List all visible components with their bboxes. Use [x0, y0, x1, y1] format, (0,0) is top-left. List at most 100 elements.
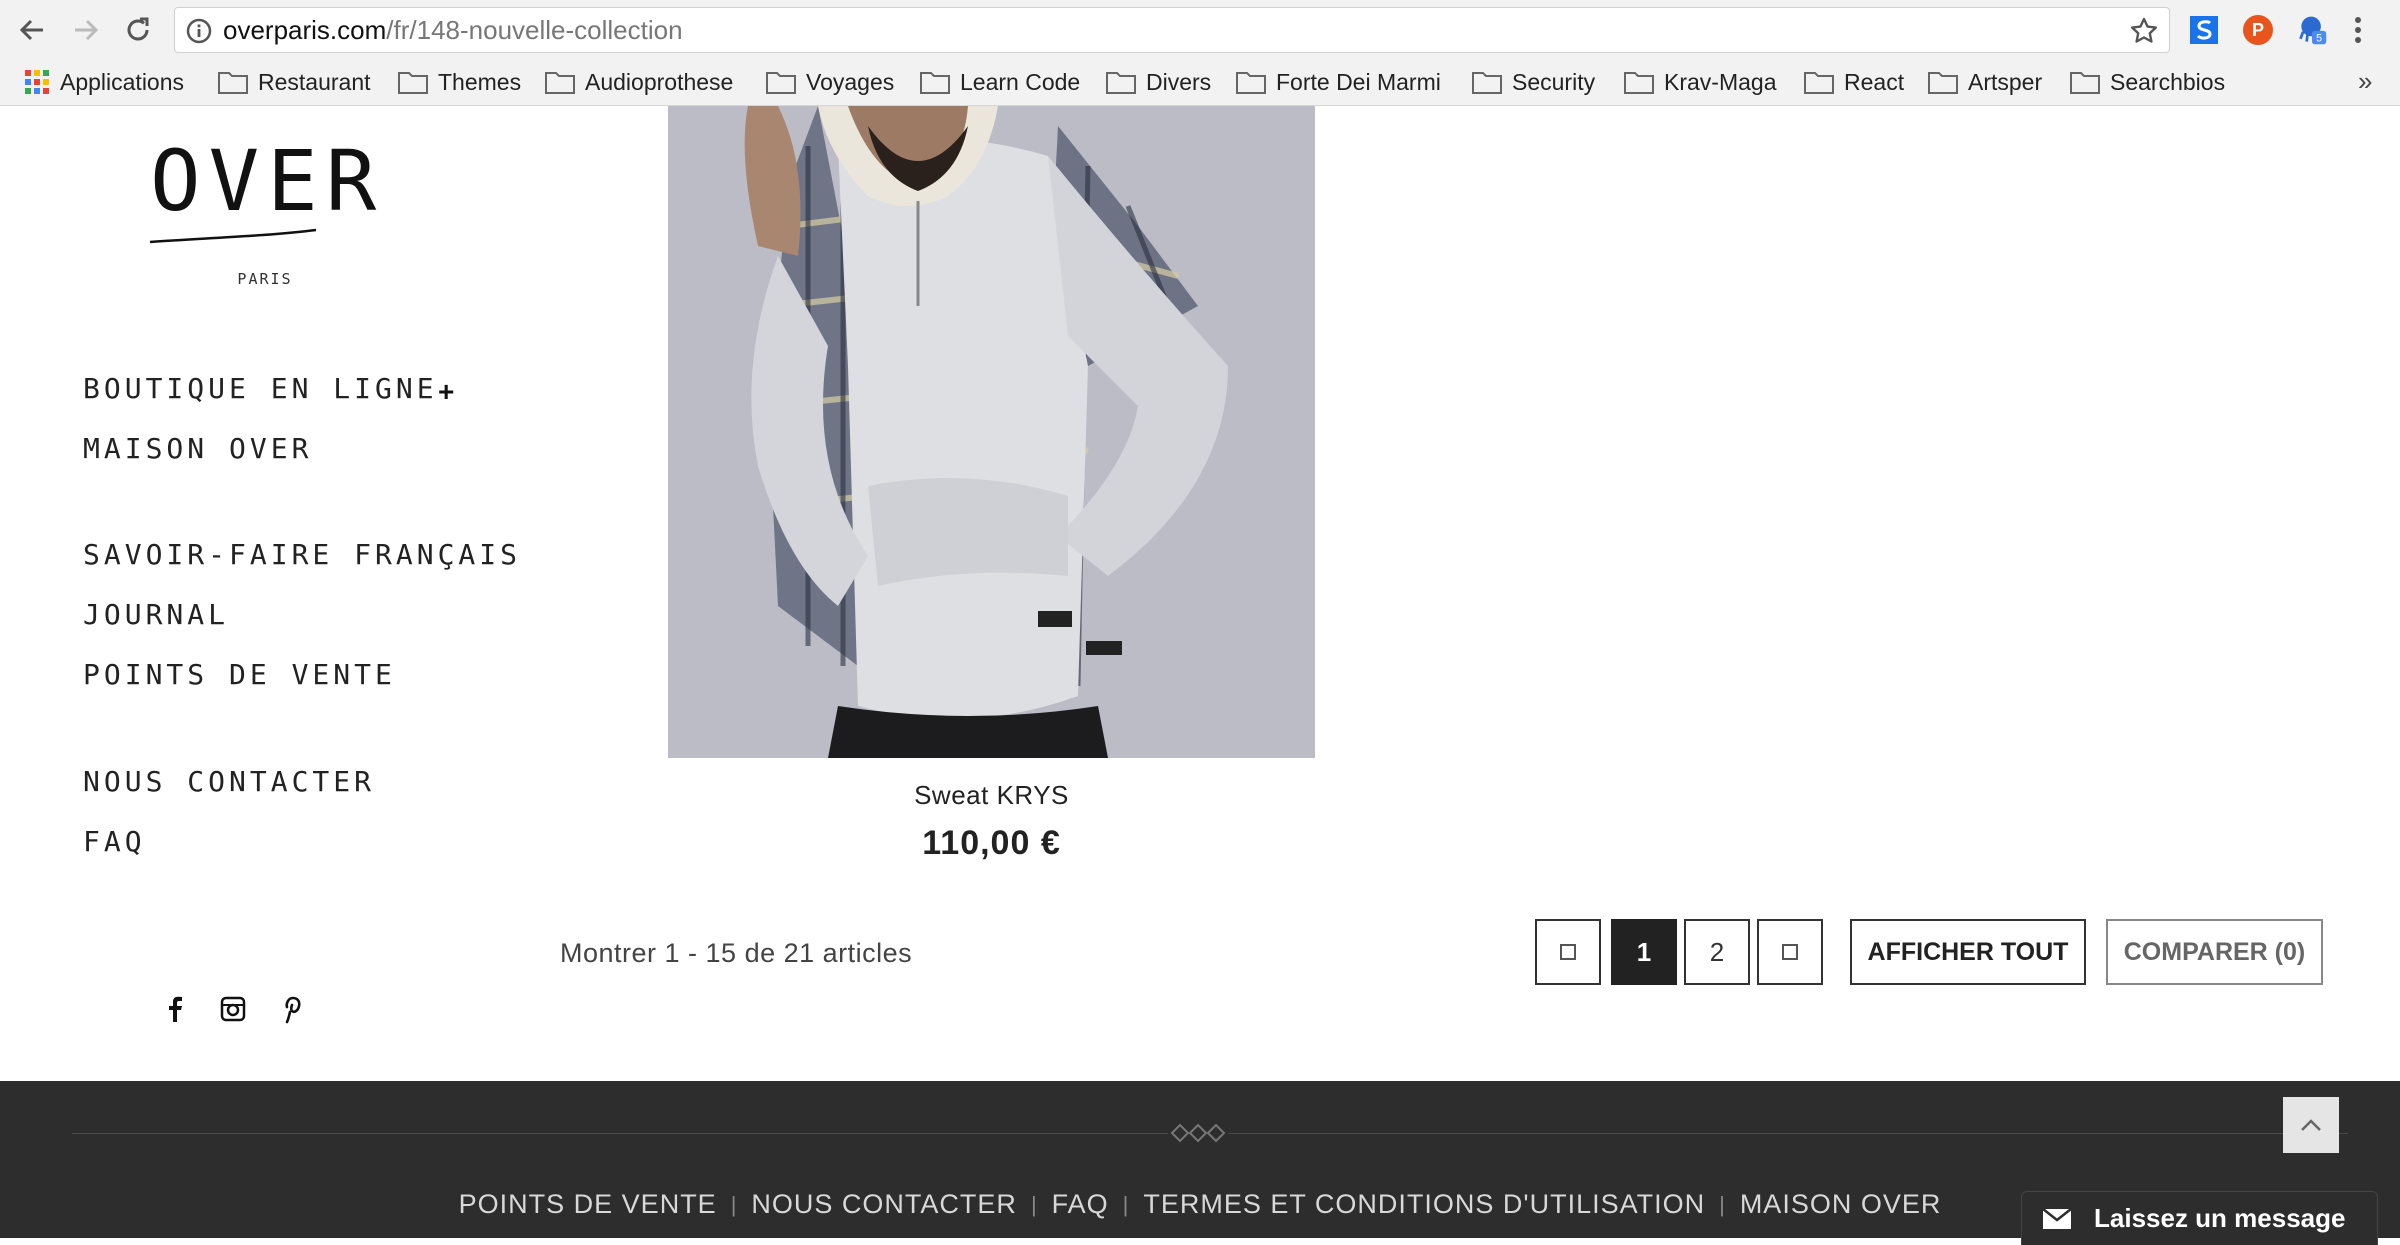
bookmark-label: React: [1844, 68, 1905, 95]
url-text[interactable]: overparis.com/fr/148-nouvelle-collection: [223, 8, 683, 52]
browser-menu-icon[interactable]: [2348, 14, 2368, 46]
folder-icon: [218, 72, 248, 94]
extension-badge: 5: [2316, 33, 2322, 45]
folder-icon: [1106, 72, 1136, 94]
back-to-top-button[interactable]: [2283, 1097, 2339, 1153]
bookmark-applications[interactable]: Applications: [24, 60, 184, 104]
sidebar-item-boutique-en-ligne[interactable]: BOUTIQUE EN LIGNE: [83, 372, 438, 405]
bookmark-folder-forte-dei-marmi[interactable]: Forte Dei Marmi: [1236, 60, 1441, 104]
bookmark-label: Forte Dei Marmi: [1276, 68, 1441, 95]
sidebar-item-journal[interactable]: JOURNAL: [83, 598, 229, 631]
folder-icon: [1624, 72, 1654, 94]
previous-page-button[interactable]: [1535, 919, 1601, 985]
footer-ornament-icon: [1168, 1121, 1228, 1145]
results-count: Montrer 1 - 15 de 21 articles: [560, 938, 913, 968]
bookmark-label: Voyages: [806, 68, 895, 95]
info-icon[interactable]: [185, 17, 213, 45]
address-bar[interactable]: overparis.com/fr/148-nouvelle-collection: [174, 7, 2170, 53]
expand-submenu-button[interactable]: +: [438, 376, 454, 408]
bookmark-label: Searchbios: [2110, 68, 2226, 95]
footer-link-faq[interactable]: FAQ: [1052, 1189, 1109, 1220]
forward-button[interactable]: [66, 10, 106, 50]
footer-link-terms[interactable]: TERMES ET CONDITIONS D'UTILISATION: [1143, 1189, 1705, 1220]
bookmark-folder-react[interactable]: React: [1804, 60, 1904, 104]
footer-link-maison-over[interactable]: MAISON OVER: [1740, 1189, 1942, 1220]
footer-separator: |: [730, 1191, 738, 1217]
product-price: 110,00 €: [922, 824, 1061, 862]
next-page-button[interactable]: [1757, 919, 1823, 985]
bookmark-folder-searchbios[interactable]: Searchbios: [2070, 60, 2225, 104]
p-extension-icon[interactable]: P: [2242, 14, 2274, 46]
bookmark-folder-audioprothese[interactable]: Audioprothese: [545, 60, 733, 104]
bookmark-folder-divers[interactable]: Divers: [1106, 60, 1211, 104]
folder-icon: [1928, 72, 1958, 94]
logo-wordmark: OVER: [150, 132, 385, 230]
product-image[interactable]: [668, 106, 1315, 758]
footer-link-points-de-vente[interactable]: POINTS DE VENTE: [459, 1189, 717, 1220]
logo-underline: [149, 228, 317, 244]
brand-logo[interactable]: OVER PARIS: [149, 132, 385, 288]
bookmark-folder-security[interactable]: Security: [1472, 60, 1595, 104]
product-photo-illustration: [668, 106, 1315, 758]
bookmark-star-icon[interactable]: [2129, 16, 2159, 46]
bookmark-folder-themes[interactable]: Themes: [398, 60, 521, 104]
compare-button[interactable]: COMPARER (0): [2106, 919, 2323, 985]
footer-separator: |: [1122, 1191, 1130, 1217]
facebook-icon[interactable]: [158, 992, 192, 1026]
sidebar: OVER PARIS BOUTIQUE EN LIGNE MAISON OVER…: [60, 106, 517, 1106]
leave-message-label: Laissez un message: [2094, 1203, 2346, 1233]
envelope-icon: [2042, 1207, 2072, 1229]
forward-arrow-icon: [75, 19, 99, 41]
logo-subtitle: PARIS: [237, 270, 293, 288]
page-1-button[interactable]: 1: [1611, 919, 1677, 985]
footer-separator: |: [1030, 1191, 1038, 1217]
bookmark-label: Divers: [1146, 68, 1212, 95]
sidebar-item-savoir-faire[interactable]: SAVOIR-FAIRE FRANÇAIS: [83, 538, 521, 571]
product-name[interactable]: Sweat KRYS: [668, 780, 1315, 811]
bookmark-folder-voyages[interactable]: Voyages: [766, 60, 894, 104]
reload-button[interactable]: [118, 10, 158, 50]
leave-message-button[interactable]: Laissez un message: [2021, 1191, 2378, 1245]
browser-toolbar: overparis.com/fr/148-nouvelle-collection…: [0, 0, 2400, 60]
bookmark-label: Applications: [60, 68, 185, 95]
url-path: /fr/148-nouvelle-collection: [386, 15, 683, 45]
url-host: overparis.com: [223, 15, 387, 45]
footer-link-nous-contacter[interactable]: NOUS CONTACTER: [751, 1189, 1017, 1220]
bookmark-label: Krav-Maga: [1664, 68, 1777, 95]
octopus-extension-icon[interactable]: 5: [2296, 14, 2328, 46]
bookmark-label: Learn Code: [960, 68, 1081, 95]
page-2-button[interactable]: 2: [1684, 919, 1750, 985]
bookmarks-overflow-button[interactable]: »: [2358, 66, 2372, 97]
instagram-icon[interactable]: [216, 992, 250, 1026]
sidebar-item-faq[interactable]: FAQ: [83, 825, 146, 858]
folder-icon: [545, 72, 575, 94]
chevron-up-icon: [2301, 1119, 2321, 1131]
sidebar-item-nous-contacter[interactable]: NOUS CONTACTER: [83, 765, 375, 798]
folder-icon: [1472, 72, 1502, 94]
show-all-button[interactable]: AFFICHER TOUT: [1850, 919, 2086, 985]
folder-icon: [398, 72, 428, 94]
bookmark-label: Restaurant: [258, 68, 371, 95]
bookmark-folder-learn-code[interactable]: Learn Code: [920, 60, 1080, 104]
bookmark-folder-krav-maga[interactable]: Krav-Maga: [1624, 60, 1776, 104]
apps-grid-icon: [25, 70, 49, 94]
footer-separator: |: [1719, 1191, 1726, 1217]
bookmark-label: Artsper: [1968, 68, 2043, 95]
reload-icon: [127, 17, 149, 41]
folder-icon: [1804, 72, 1834, 94]
folder-icon: [2070, 72, 2100, 94]
pinterest-icon[interactable]: [274, 992, 308, 1026]
p-extension-letter: P: [2252, 20, 2264, 40]
sidebar-item-maison-over[interactable]: MAISON OVER: [83, 432, 312, 465]
s-extension-icon[interactable]: [2188, 14, 2220, 46]
page-content: OVER PARIS BOUTIQUE EN LIGNE MAISON OVER…: [0, 106, 2400, 1245]
back-button[interactable]: [12, 10, 52, 50]
bookmark-folder-artsper[interactable]: Artsper: [1928, 60, 2042, 104]
back-arrow-icon: [19, 19, 43, 41]
bookmark-label: Themes: [438, 68, 522, 95]
folder-icon: [1236, 72, 1266, 94]
previous-page-icon: [1560, 944, 1576, 960]
bookmark-label: Security: [1512, 68, 1596, 95]
sidebar-item-points-de-vente[interactable]: POINTS DE VENTE: [83, 658, 396, 691]
bookmark-folder-restaurant[interactable]: Restaurant: [218, 60, 371, 104]
